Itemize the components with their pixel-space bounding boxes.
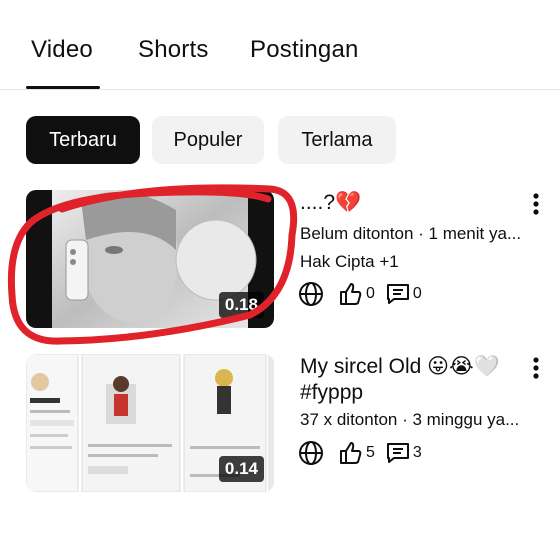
- copyright-label[interactable]: Hak Cipta +1: [300, 252, 399, 272]
- globe-icon: [299, 282, 323, 306]
- more-vert-icon[interactable]: [524, 190, 548, 218]
- active-tab-indicator: [26, 86, 100, 89]
- tab-video[interactable]: Video: [31, 36, 93, 64]
- video-title[interactable]: ....?💔: [300, 190, 515, 216]
- like-count: 0: [366, 285, 375, 302]
- chip-populer[interactable]: Populer: [152, 116, 264, 164]
- channel-tabs: Video Shorts Postingan: [0, 0, 560, 90]
- duration-badge: 0.18: [218, 292, 264, 318]
- video-title[interactable]: My sircel Old 😛😭🤍 #fyppp: [300, 354, 515, 406]
- comment-count: 0: [412, 285, 422, 302]
- video-meta: Belum ditonton · 1 menit ya...: [300, 224, 522, 243]
- more-vert-icon[interactable]: [524, 354, 548, 382]
- video-item[interactable]: 0.14 My sircel Old 😛😭🤍 #fyppp 37 x diton…: [0, 350, 560, 500]
- comment-icon[interactable]: [385, 281, 411, 307]
- duration-badge: 0.14: [218, 456, 264, 482]
- video-item[interactable]: 0.18 ....?💔 Belum ditonton · 1 menit ya.…: [0, 186, 560, 336]
- video-stats: 0 0: [298, 280, 432, 308]
- comment-count: 3: [412, 444, 422, 461]
- tab-shorts[interactable]: Shorts: [138, 36, 209, 64]
- chip-terlama[interactable]: Terlama: [278, 116, 396, 164]
- chip-terbaru[interactable]: Terbaru: [26, 116, 140, 164]
- video-meta: 37 x ditonton · 3 minggu ya...: [300, 410, 520, 429]
- video-thumbnail[interactable]: 0.14: [26, 354, 274, 492]
- comment-icon[interactable]: [385, 440, 411, 466]
- like-icon[interactable]: [338, 281, 364, 307]
- like-icon[interactable]: [338, 440, 364, 466]
- video-thumbnail[interactable]: 0.18: [26, 190, 274, 328]
- video-stats: 5 3: [298, 439, 432, 467]
- like-count: 5: [366, 444, 375, 461]
- tab-postingan[interactable]: Postingan: [250, 36, 359, 64]
- globe-icon: [299, 441, 323, 465]
